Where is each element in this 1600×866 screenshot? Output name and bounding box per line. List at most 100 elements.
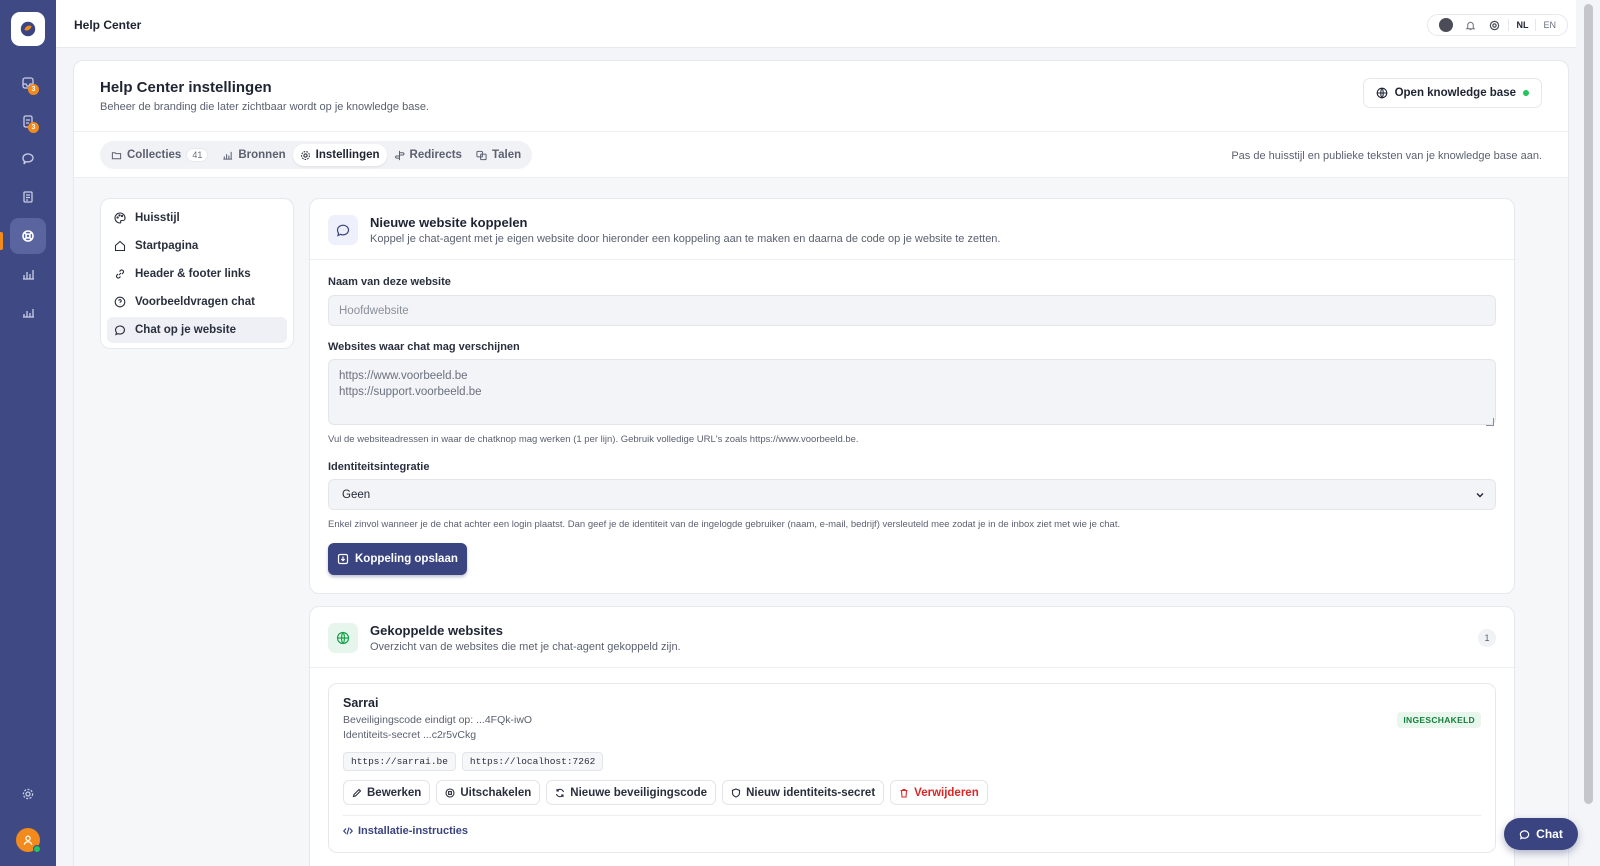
save-connection-button[interactable]: Koppeling opslaan bbox=[328, 543, 467, 575]
site-url-chip: https://localhost:7262 bbox=[461, 752, 604, 771]
tab-count-badge: 41 bbox=[186, 148, 209, 162]
divider bbox=[74, 177, 1568, 178]
scrollbar-thumb[interactable] bbox=[1584, 4, 1593, 804]
delete-button[interactable]: Verwijderen bbox=[890, 780, 988, 805]
open-knowledge-base-button[interactable]: Open knowledge base bbox=[1362, 78, 1542, 108]
divider bbox=[310, 667, 1514, 668]
shield-icon bbox=[732, 787, 741, 798]
installation-instructions-toggle[interactable]: Installatie-instructies bbox=[343, 825, 468, 837]
side-nav-header-footer-links[interactable]: Header & footer links bbox=[107, 261, 287, 287]
delete-label: Verwijderen bbox=[914, 786, 979, 799]
tab-label: Bronnen bbox=[238, 149, 286, 161]
page-subtitle: Beheer de branding die later zichtbaar w… bbox=[100, 101, 429, 113]
divider bbox=[310, 259, 1514, 260]
new-security-code-label: Nieuwe beveiligingscode bbox=[570, 786, 708, 799]
chat-launcher-label: Chat bbox=[1536, 827, 1563, 841]
help-button[interactable] bbox=[1482, 15, 1506, 35]
lang-en[interactable]: EN bbox=[1538, 20, 1561, 30]
linked-count-badge: 1 bbox=[1478, 629, 1496, 647]
rail-reports[interactable] bbox=[10, 256, 46, 292]
tab-bronnen[interactable]: Bronnen bbox=[215, 144, 292, 166]
app-rail: 3 3 bbox=[0, 0, 56, 866]
site-actions: Bewerken Uitschakelen Nieuwe beveiliging… bbox=[343, 780, 988, 805]
new-identity-secret-button[interactable]: Nieuw identiteits-secret bbox=[722, 780, 885, 805]
rail-tasks[interactable]: 3 bbox=[10, 103, 46, 139]
side-nav-label: Header & footer links bbox=[135, 268, 251, 280]
side-nav-label: Voorbeeldvragen chat bbox=[135, 296, 255, 308]
theme-toggle[interactable] bbox=[1434, 15, 1458, 35]
app-logo[interactable] bbox=[11, 12, 45, 46]
identity-integration-label: Identiteitsintegratie bbox=[328, 461, 430, 473]
disable-label: Uitschakelen bbox=[460, 786, 532, 799]
tabs-hint: Pas de huisstijl en publieke teksten van… bbox=[1231, 150, 1542, 162]
rail-articles[interactable] bbox=[10, 179, 46, 215]
textarea-resize-handle[interactable] bbox=[1486, 418, 1494, 426]
tab-instellingen[interactable]: Instellingen bbox=[292, 144, 387, 166]
top-bar: Help Center NL EN bbox=[56, 0, 1576, 48]
stop-circle-icon bbox=[445, 787, 455, 798]
edit-label: Bewerken bbox=[367, 786, 422, 799]
tab-talen[interactable]: Talen bbox=[469, 144, 528, 166]
status-badge: INGESCHAKELD bbox=[1397, 712, 1481, 728]
notifications-button[interactable] bbox=[1458, 15, 1482, 35]
bell-icon bbox=[1465, 21, 1476, 30]
folder-icon bbox=[111, 151, 122, 159]
identity-secret-text: Identiteits-secret ...c2r5vCkg bbox=[343, 729, 477, 741]
user-avatar[interactable] bbox=[16, 828, 41, 853]
rail-active-marker bbox=[0, 232, 3, 250]
analytics-icon bbox=[23, 309, 34, 318]
chat-icon bbox=[114, 325, 125, 336]
chat-launcher-button[interactable]: Chat bbox=[1504, 818, 1578, 850]
rail-inbox-badge: 3 bbox=[28, 84, 39, 95]
signpost-icon bbox=[394, 150, 405, 160]
site-url-chip: https://sarrai.be bbox=[343, 752, 456, 771]
rail-help-center[interactable] bbox=[10, 218, 46, 254]
globe-icon bbox=[336, 631, 350, 645]
document-icon bbox=[23, 191, 33, 203]
disable-button[interactable]: Uitschakelen bbox=[436, 780, 541, 805]
identity-integration-select[interactable]: Geen bbox=[328, 479, 1496, 510]
gear-icon bbox=[22, 788, 34, 800]
palette-icon bbox=[114, 212, 126, 224]
side-nav-voorbeeldvragen-chat[interactable]: Voorbeeldvragen chat bbox=[107, 289, 287, 315]
new-security-code-button[interactable]: Nieuwe beveiligingscode bbox=[546, 780, 717, 805]
panel-subtitle: Overzicht van de websites die met je cha… bbox=[370, 641, 681, 653]
website-name-label: Naam van deze website bbox=[328, 276, 451, 288]
divider bbox=[343, 815, 1481, 816]
identity-integration-help: Enkel zinvol wanneer je de chat achter e… bbox=[328, 519, 1121, 530]
scrollbar[interactable] bbox=[1576, 0, 1600, 866]
save-icon bbox=[337, 553, 349, 565]
globe-icon bbox=[1376, 87, 1387, 99]
site-name: Sarrai bbox=[343, 696, 379, 710]
chat-icon bbox=[336, 224, 350, 237]
new-identity-secret-label: Nieuw identiteits-secret bbox=[746, 786, 876, 799]
top-bar-title: Help Center bbox=[74, 18, 142, 32]
trash-icon bbox=[900, 788, 908, 798]
theme-icon bbox=[1439, 18, 1454, 32]
rail-inbox[interactable]: 3 bbox=[10, 65, 46, 101]
rail-conversations[interactable] bbox=[10, 141, 46, 177]
bar-chart-icon bbox=[23, 270, 34, 280]
website-name-input[interactable] bbox=[328, 295, 1496, 326]
divider bbox=[1535, 19, 1537, 31]
tab-label: Instellingen bbox=[315, 149, 380, 161]
site-url-list: https://sarrai.be https://localhost:7262 bbox=[343, 752, 604, 771]
tab-label: Talen bbox=[491, 149, 522, 161]
side-nav-startpagina[interactable]: Startpagina bbox=[107, 233, 287, 259]
rail-settings[interactable] bbox=[10, 776, 46, 812]
side-nav-chat-op-je-website[interactable]: Chat op je website bbox=[107, 317, 287, 343]
tab-bar: Collecties 41 Bronnen Instellingen Redir… bbox=[100, 141, 533, 169]
code-icon bbox=[343, 827, 353, 835]
side-nav-huisstijl[interactable]: Huisstijl bbox=[107, 205, 287, 231]
tab-redirects[interactable]: Redirects bbox=[387, 144, 469, 166]
new-website-panel: Nieuwe website koppelen Koppel je chat-a… bbox=[309, 198, 1515, 594]
allowed-sites-textarea[interactable] bbox=[328, 359, 1496, 425]
edit-button[interactable]: Bewerken bbox=[343, 780, 431, 805]
tab-collecties[interactable]: Collecties 41 bbox=[104, 144, 215, 166]
lang-nl[interactable]: NL bbox=[1511, 20, 1533, 30]
online-status-dot bbox=[33, 845, 41, 853]
main-card: Help Center instellingen Beheer de brand… bbox=[73, 60, 1569, 866]
lifebuoy-icon bbox=[1489, 20, 1500, 30]
top-bar-tools: NL EN bbox=[1427, 14, 1568, 36]
rail-analytics[interactable] bbox=[10, 294, 46, 330]
